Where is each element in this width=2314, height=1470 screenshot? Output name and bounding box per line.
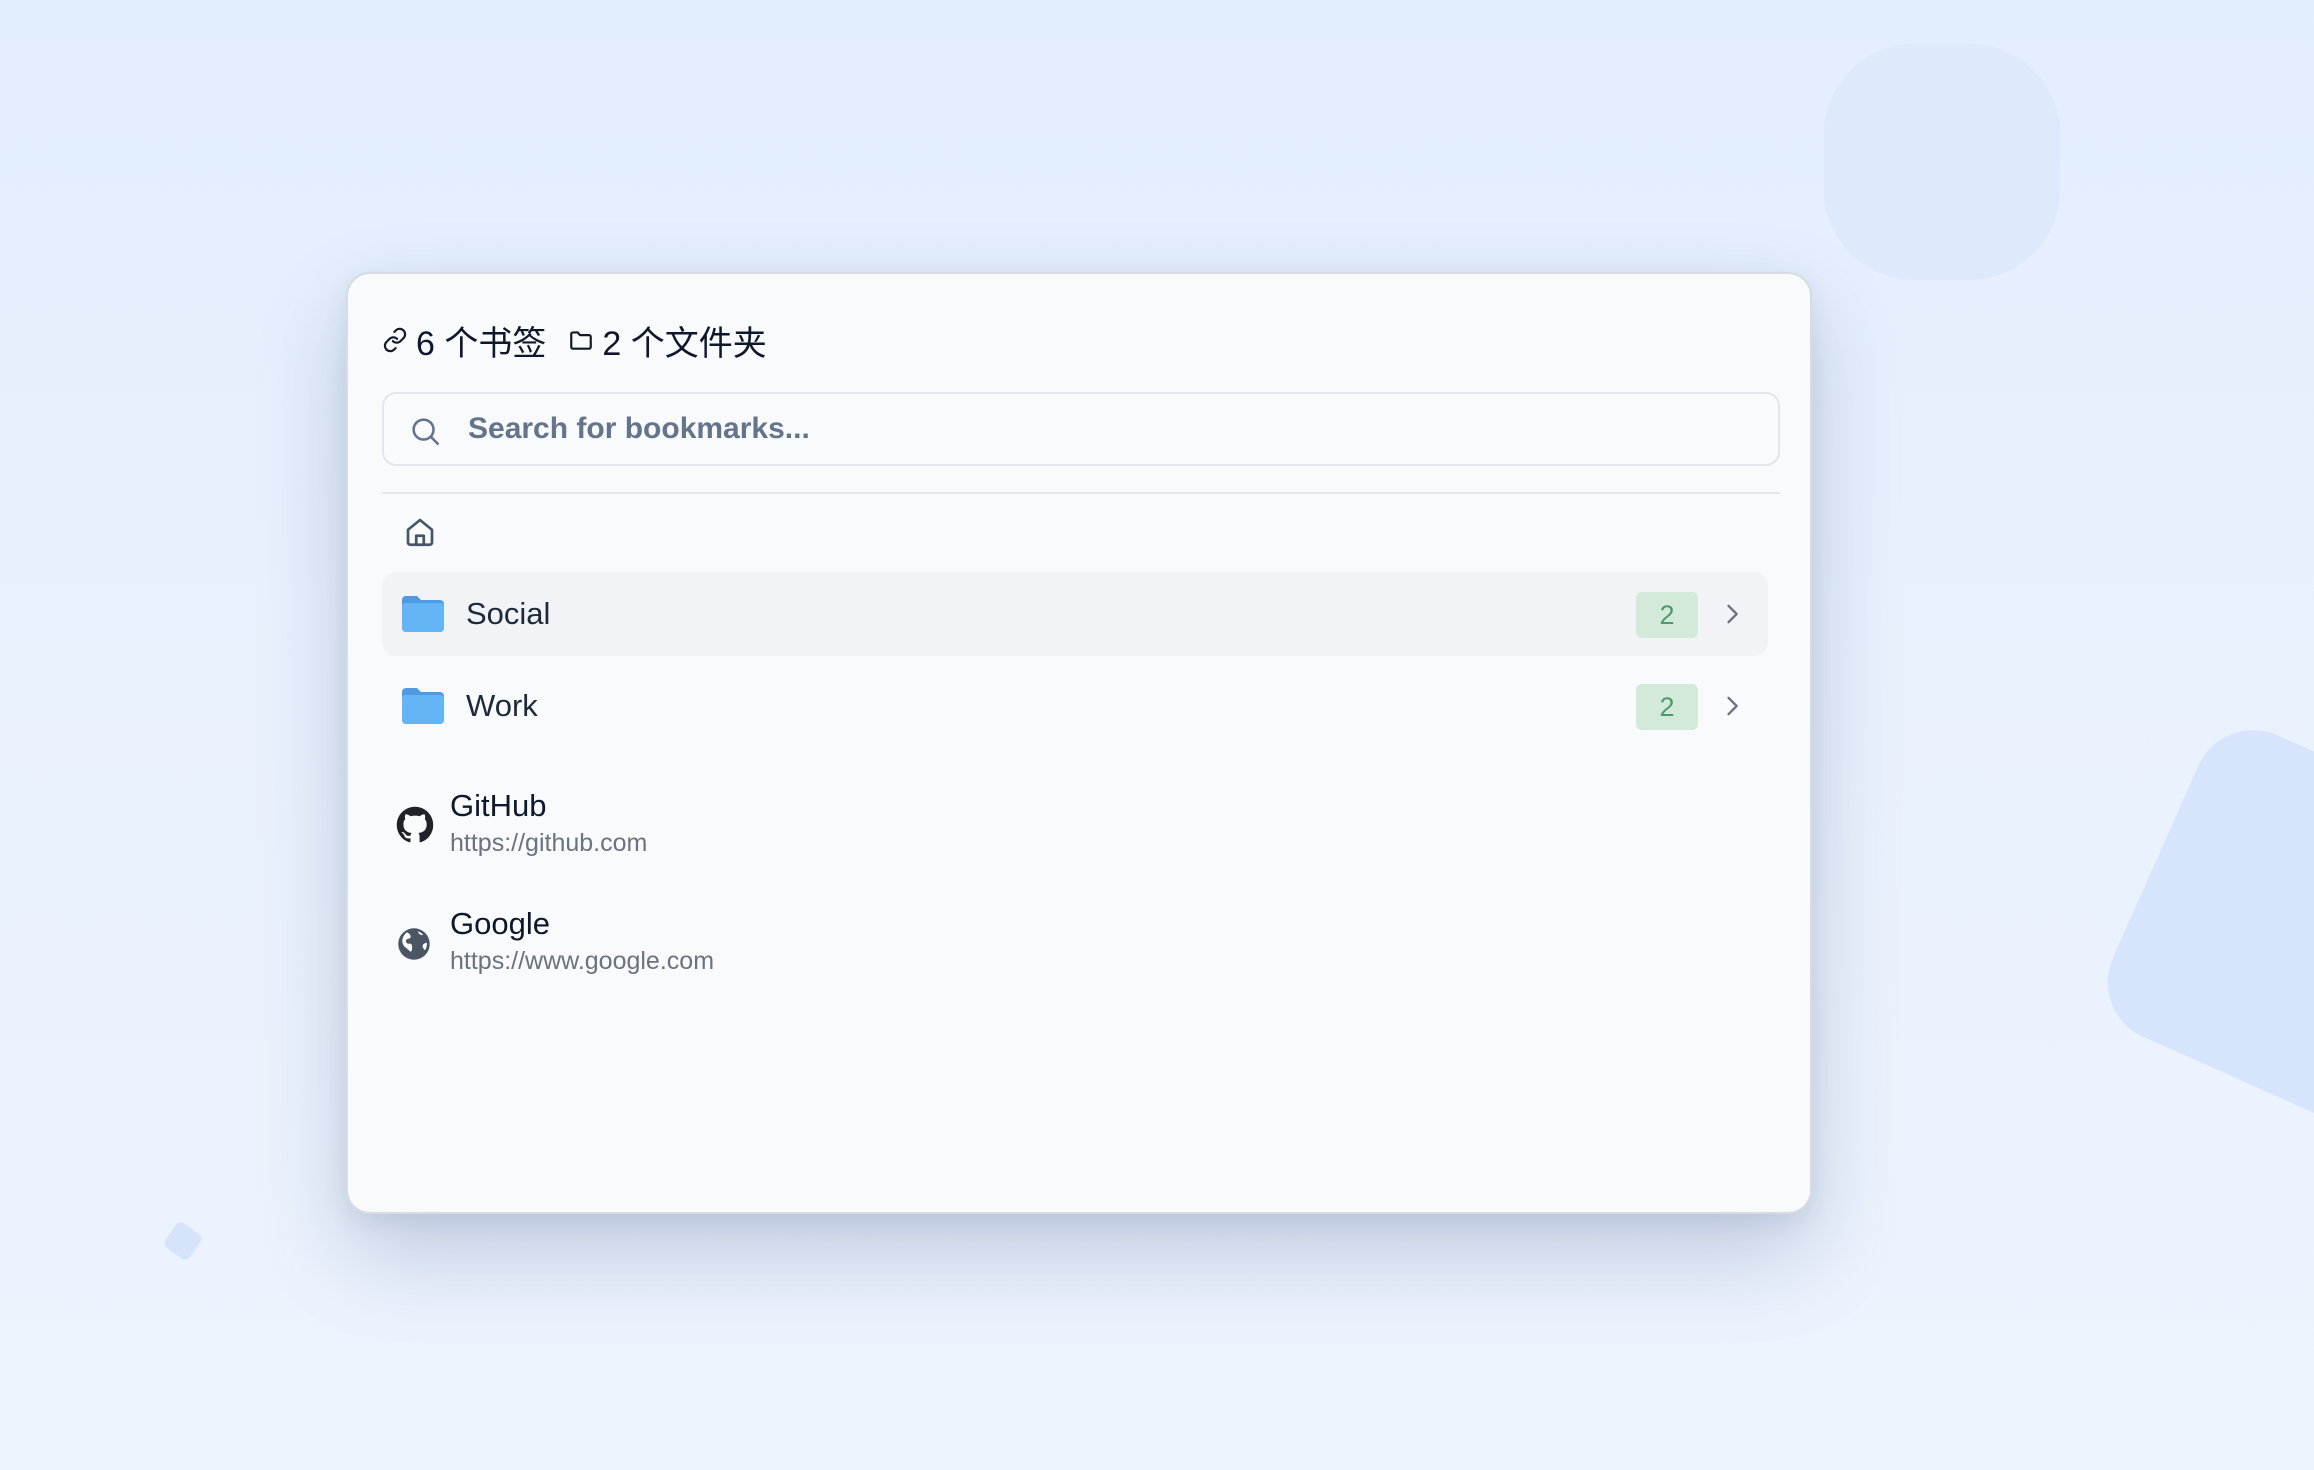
folder-name: Work	[466, 688, 538, 723]
folder-row-social[interactable]: Social 2	[382, 572, 1768, 656]
chevron-right-icon	[1718, 600, 1746, 628]
divider	[382, 492, 1780, 494]
folder-name: Social	[466, 596, 551, 631]
bookmark-title: GitHub	[450, 788, 547, 823]
search-box[interactable]	[382, 392, 1780, 466]
search-icon	[408, 414, 442, 448]
folder-icon	[400, 594, 446, 634]
bookmark-row-github[interactable]: GitHub https://github.com	[382, 770, 1768, 880]
bookmark-count: 6 个书签	[416, 324, 547, 363]
item-count-badge: 2	[1636, 592, 1698, 638]
folder-outline-icon	[568, 327, 594, 353]
bookmark-stats: 6 个书签 2 个文件夹	[382, 314, 767, 366]
chevron-right-icon	[1718, 692, 1746, 720]
search-input[interactable]	[468, 394, 1758, 464]
bookmark-title: Google	[450, 906, 550, 941]
folder-count: 2 个文件夹	[602, 324, 767, 363]
background-blob	[162, 1220, 204, 1262]
bookmark-row-google[interactable]: Google https://www.google.com	[382, 888, 1768, 998]
github-icon	[396, 806, 434, 844]
link-icon	[382, 327, 408, 353]
item-count-badge: 2	[1636, 684, 1698, 730]
background-blob	[1824, 44, 2060, 280]
home-icon[interactable]	[402, 514, 438, 552]
bookmarks-popup: 6 个书签 2 个文件夹 Search for bookmarks... Soc…	[346, 272, 1812, 1214]
bookmark-url: https://github.com	[450, 829, 648, 857]
folder-row-work[interactable]: Work 2	[382, 664, 1768, 748]
bookmark-url: https://www.google.com	[450, 947, 715, 975]
background-blob	[2088, 711, 2314, 1159]
globe-icon	[396, 926, 434, 964]
folder-icon	[400, 686, 446, 726]
